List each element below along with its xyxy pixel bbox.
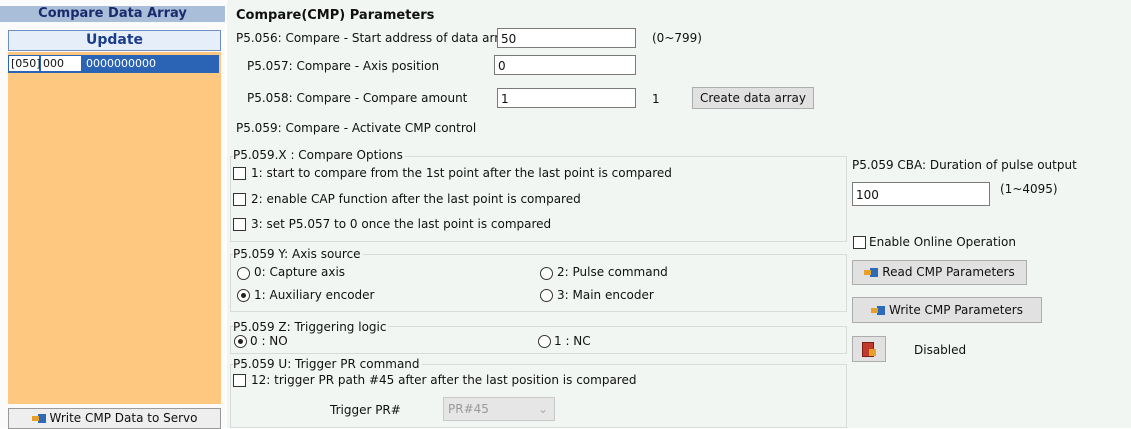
trigger-nc-radio[interactable] (538, 335, 551, 348)
trigger-pr-title: P5.059 U: Trigger PR command (233, 357, 422, 371)
auxiliary-encoder-radio[interactable] (237, 289, 250, 302)
option-1-label: 1: start to compare from the 1st point a… (251, 166, 672, 180)
write-cmp-data-label: Write CMP Data to Servo (49, 411, 198, 425)
option-3-label: 3: set P5.057 to 0 once the last point i… (251, 217, 552, 231)
row-index: [050] (9, 56, 41, 71)
p5058-label: P5.058: Compare - Compare amount (247, 91, 468, 105)
trigger-pr-select[interactable]: PR#45 ⌄ (443, 397, 555, 421)
pulse-command-label: 2: Pulse command (557, 265, 668, 279)
p5056-label: P5.056: Compare - Start address of data … (236, 31, 514, 45)
trigger-nc-label: 1 : NC (554, 334, 591, 348)
option-1-checkbox[interactable] (233, 167, 246, 180)
cba-label: P5.059 CBA: Duration of pulse output (852, 158, 1077, 172)
option-3-checkbox[interactable] (233, 218, 246, 231)
online-operation-checkbox[interactable] (853, 236, 866, 249)
compare-options-title: P5.059.X : Compare Options (233, 148, 405, 162)
capture-axis-radio[interactable] (237, 267, 250, 280)
page-title: Compare(CMP) Parameters (236, 8, 435, 23)
online-operation-label: Enable Online Operation (869, 235, 1016, 249)
row-value[interactable]: 000 (41, 56, 81, 71)
option-2-checkbox[interactable] (233, 193, 246, 206)
axis-source-title: P5.059 Y: Axis source (233, 247, 363, 261)
status-label: Disabled (914, 343, 967, 357)
trigger-pr-checkbox[interactable] (233, 374, 246, 387)
write-cmp-parameters-button[interactable]: Write CMP Parameters (852, 297, 1042, 323)
trigger-no-label: 0 : NO (250, 334, 288, 348)
row-data[interactable]: 0000000000 (84, 56, 218, 71)
axis-position-input[interactable]: 0 (494, 55, 636, 75)
triggering-logic-title: P5.059 Z: Triggering logic (233, 320, 389, 334)
write-cmp-parameters-label: Write CMP Parameters (889, 303, 1023, 317)
pulse-duration-input[interactable]: 100 (852, 182, 990, 206)
compare-amount-input[interactable]: 1 (497, 88, 636, 108)
capture-axis-label: 0: Capture axis (254, 265, 346, 279)
p5057-label: P5.057: Compare - Axis position (247, 59, 440, 73)
read-icon (864, 266, 879, 278)
compare-array-list[interactable] (8, 52, 221, 404)
trigger-no-radio[interactable] (234, 335, 247, 348)
compare-array-title: Compare Data Array (0, 6, 225, 22)
status-indicator (852, 336, 886, 362)
auxiliary-encoder-label: 1: Auxiliary encoder (254, 288, 375, 302)
start-address-input[interactable]: 50 (497, 28, 636, 48)
write-icon (31, 412, 46, 424)
create-data-array-button[interactable]: Create data array (692, 87, 814, 109)
trigger-pr-value: PR#45 (448, 402, 489, 416)
update-button[interactable]: Update (8, 30, 221, 51)
main-encoder-radio[interactable] (540, 289, 553, 302)
read-cmp-parameters-button[interactable]: Read CMP Parameters (852, 260, 1027, 285)
start-address-range: (0~799) (652, 31, 702, 45)
main-encoder-label: 3: Main encoder (557, 288, 654, 302)
p5059-label: P5.059: Compare - Activate CMP control (236, 121, 477, 135)
option-2-label: 2: enable CAP function after the last po… (251, 192, 581, 206)
pulse-duration-range: (1~4095) (1000, 182, 1058, 196)
chevron-down-icon: ⌄ (537, 402, 548, 416)
disabled-icon-badge (869, 349, 876, 356)
trigger-pr-number-label: Trigger PR# (330, 403, 401, 417)
pulse-command-radio[interactable] (540, 267, 553, 280)
write-icon (871, 304, 886, 316)
axis-source-group (230, 254, 847, 312)
compare-amount-suffix: 1 (652, 92, 660, 106)
trigger-pr-label: 12: trigger PR path #45 after after the … (251, 373, 637, 387)
read-cmp-parameters-label: Read CMP Parameters (882, 265, 1015, 279)
write-cmp-data-button[interactable]: Write CMP Data to Servo (8, 408, 221, 429)
